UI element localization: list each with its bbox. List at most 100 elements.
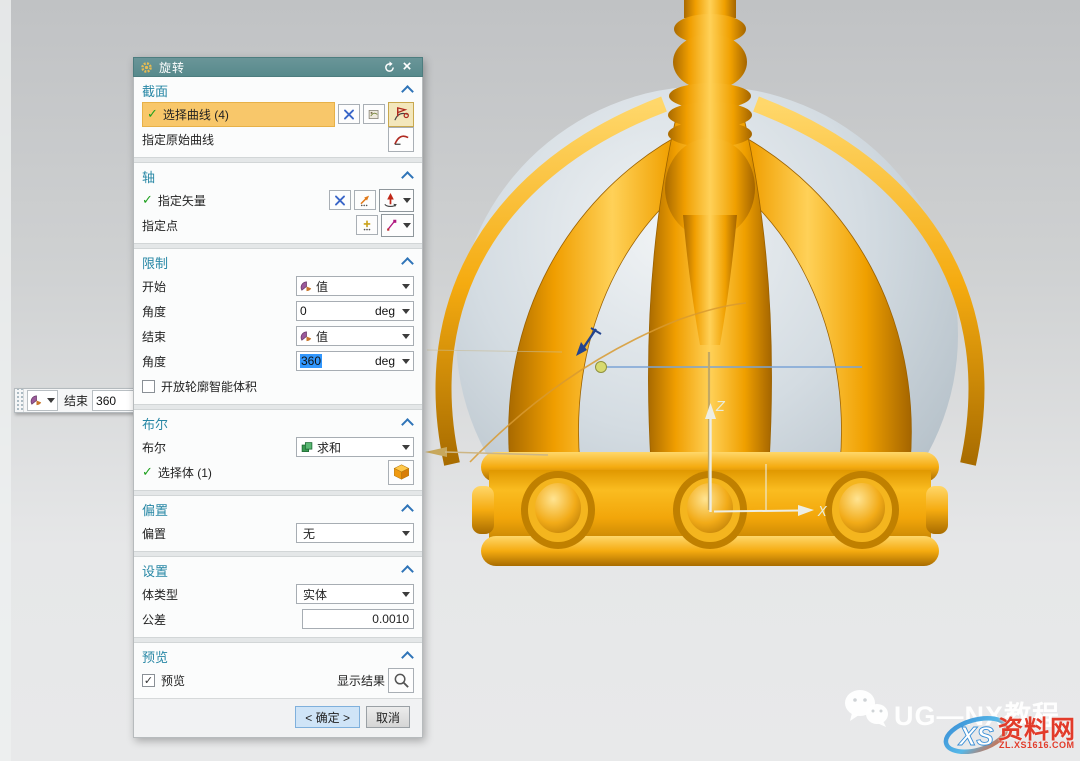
collapse-chevron-icon[interactable]: [401, 85, 414, 98]
section-group: 截面 选择曲线 (4): [134, 77, 422, 157]
axis-group-title: 轴: [142, 167, 155, 186]
open-profile-row: 开放轮廓智能体积: [142, 374, 414, 398]
wechat-icon: [843, 688, 891, 730]
reset-icon: [383, 61, 396, 74]
reverse-direction-button[interactable]: [338, 104, 360, 124]
onscreen-end-label: 结束: [64, 392, 88, 409]
select-curve-label: 选择曲线 (4): [163, 106, 229, 123]
collapse-chevron-icon[interactable]: [401, 504, 414, 517]
start-angle-value: 0: [300, 304, 307, 318]
site-logo: XS 资料网 ZL.XS1616.COM: [942, 710, 1080, 760]
settings-group-title: 设置: [142, 561, 168, 580]
chevron-down-icon: [402, 592, 410, 597]
chevron-down-icon: [402, 359, 410, 364]
body-type-row: 体类型 实体: [142, 582, 414, 606]
section-dialog-button[interactable]: [388, 102, 414, 127]
chevron-down-icon: [403, 198, 411, 203]
collapse-chevron-icon[interactable]: [401, 171, 414, 184]
point-type-combo[interactable]: [381, 214, 414, 237]
magnifier-icon: [393, 672, 410, 689]
collapse-chevron-icon[interactable]: [401, 565, 414, 578]
tolerance-input[interactable]: 0.0010: [302, 609, 414, 629]
settings-group: 设置 体类型 实体 公差 0.0010: [134, 557, 422, 637]
preview-checkbox[interactable]: [142, 674, 155, 687]
checkmark-icon: [142, 464, 153, 480]
chevron-down-icon: [402, 531, 410, 536]
preview-group-title: 预览: [142, 647, 168, 666]
boolean-group: 布尔 布尔 求和 选择体 (1): [134, 410, 422, 490]
reset-button[interactable]: [380, 59, 398, 75]
boolean-mode-combo[interactable]: 求和: [296, 437, 414, 457]
select-curve-row: 选择曲线 (4): [142, 102, 414, 126]
preview-label: 预览: [161, 672, 185, 689]
drag-grip-icon[interactable]: [15, 389, 24, 412]
specify-vector-row: 指定矢量: [142, 188, 414, 212]
value-mode-combo[interactable]: [27, 390, 58, 411]
offset-mode-value: 无: [303, 525, 315, 542]
boolean-label: 布尔: [142, 439, 166, 456]
cancel-button[interactable]: 取消: [366, 706, 410, 728]
start-label: 开始: [142, 278, 166, 295]
limits-group-header[interactable]: 限制: [142, 251, 414, 273]
point-dialog-button[interactable]: [356, 215, 378, 235]
end-label: 结束: [142, 328, 166, 345]
close-button[interactable]: ×: [398, 59, 416, 75]
specify-point-label: 指定点: [142, 217, 178, 234]
specify-vector-label: 指定矢量: [158, 192, 206, 209]
body-type-combo[interactable]: 实体: [296, 584, 414, 604]
boolean-row: 布尔 求和: [142, 435, 414, 459]
collapse-chevron-icon[interactable]: [401, 651, 414, 664]
vector-reverse-button[interactable]: [329, 190, 351, 210]
tolerance-row: 公差 0.0010: [142, 607, 414, 631]
ok-button[interactable]: < 确定 >: [295, 706, 360, 728]
boolean-group-header[interactable]: 布尔: [142, 412, 414, 434]
end-mode-value: 值: [316, 328, 328, 345]
checkmark-icon: [142, 192, 153, 208]
specify-orig-curve-label: 指定原始曲线: [142, 131, 214, 148]
settings-group-header[interactable]: 设置: [142, 559, 414, 581]
angle-drag-handle-ball[interactable]: [596, 362, 607, 373]
end-mode-combo[interactable]: 值: [296, 326, 414, 346]
angle-label: 角度: [142, 353, 166, 370]
start-mode-value: 值: [316, 278, 328, 295]
end-angle-input[interactable]: 360 deg: [296, 351, 414, 371]
xs-logo-text: XS: [957, 721, 994, 751]
curve-rule-icon: [367, 108, 381, 121]
offset-group: 偏置 偏置 无: [134, 496, 422, 551]
dialog-footer: < 确定 > 取消: [134, 698, 422, 737]
section-group-header[interactable]: 截面: [142, 79, 414, 101]
point-constructor-icon: [360, 219, 374, 232]
axis-group: 轴 指定矢量: [134, 163, 422, 243]
specify-point-row: 指定点: [142, 213, 414, 237]
show-result-button[interactable]: [388, 668, 414, 693]
chevron-down-icon: [47, 398, 55, 403]
vector-type-combo[interactable]: [379, 189, 414, 212]
onscreen-input-bar[interactable]: 结束 360: [14, 388, 144, 413]
solid-body-cube-icon: [392, 463, 411, 481]
dialog-body: 截面 选择曲线 (4): [133, 77, 423, 738]
collapse-chevron-icon[interactable]: [401, 257, 414, 270]
select-curve-field[interactable]: 选择曲线 (4): [142, 102, 335, 127]
x-axis-label: X: [817, 505, 828, 520]
dialog-title-bar[interactable]: 旋转 ×: [133, 57, 423, 77]
start-row: 开始 值: [142, 274, 414, 298]
orig-curve-button[interactable]: [388, 127, 414, 152]
original-curve-icon: [392, 130, 411, 149]
select-body-button[interactable]: [388, 460, 414, 485]
offset-mode-combo[interactable]: 无: [296, 523, 414, 543]
vector-dialog-button[interactable]: [354, 190, 376, 210]
curve-rule-button[interactable]: [363, 104, 385, 124]
collapse-chevron-icon[interactable]: [401, 418, 414, 431]
open-profile-label: 开放轮廓智能体积: [161, 378, 257, 395]
chevron-down-icon: [403, 223, 411, 228]
offset-group-title: 偏置: [142, 500, 168, 519]
preview-group-header[interactable]: 预览: [142, 645, 414, 667]
body-type-label: 体类型: [142, 586, 178, 603]
start-angle-input[interactable]: 0 deg: [296, 301, 414, 321]
open-profile-checkbox[interactable]: [142, 380, 155, 393]
z-axis-label: Z: [715, 400, 726, 415]
logo-domain: ZL.XS1616.COM: [999, 740, 1075, 750]
offset-group-header[interactable]: 偏置: [142, 498, 414, 520]
axis-group-header[interactable]: 轴: [142, 165, 414, 187]
start-mode-combo[interactable]: 值: [296, 276, 414, 296]
